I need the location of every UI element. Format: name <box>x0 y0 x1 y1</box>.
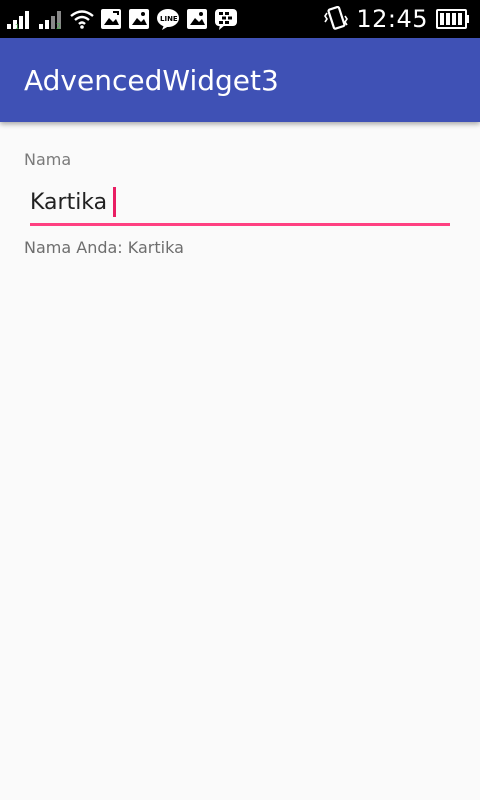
svg-text:LINE: LINE <box>160 15 178 23</box>
status-bar-left: 1 2 LINE <box>6 0 238 38</box>
name-input-value: Kartika <box>30 189 108 215</box>
image-icon <box>128 8 150 30</box>
status-bar: 1 2 LINE 12:45 <box>0 0 480 38</box>
status-bar-right: 12:45 <box>324 0 470 38</box>
status-time: 12:45 <box>356 5 428 33</box>
vibrate-icon <box>324 6 349 32</box>
app-bar: AdvencedWidget3 <box>0 38 480 122</box>
name-result-text: Nama Anda: Kartika <box>24 238 184 257</box>
name-input[interactable]: Kartika <box>30 182 117 222</box>
signal-icon: 1 <box>6 8 32 30</box>
bbm-icon <box>214 8 238 30</box>
wifi-icon <box>70 9 94 29</box>
svg-text:1: 1 <box>15 23 19 30</box>
line-icon: LINE <box>156 8 180 30</box>
text-cursor <box>113 187 117 217</box>
svg-text:2: 2 <box>56 22 61 30</box>
name-input-field[interactable]: Kartika <box>30 182 450 226</box>
name-field-label: Nama <box>24 150 72 169</box>
image-edit-icon <box>100 8 122 30</box>
main-content: Nama Kartika Nama Anda: Kartika <box>0 122 480 800</box>
app-title: AdvencedWidget3 <box>24 63 279 97</box>
signal-2-icon: 2 <box>38 8 64 30</box>
battery-icon <box>436 8 470 30</box>
image-icon <box>186 8 208 30</box>
